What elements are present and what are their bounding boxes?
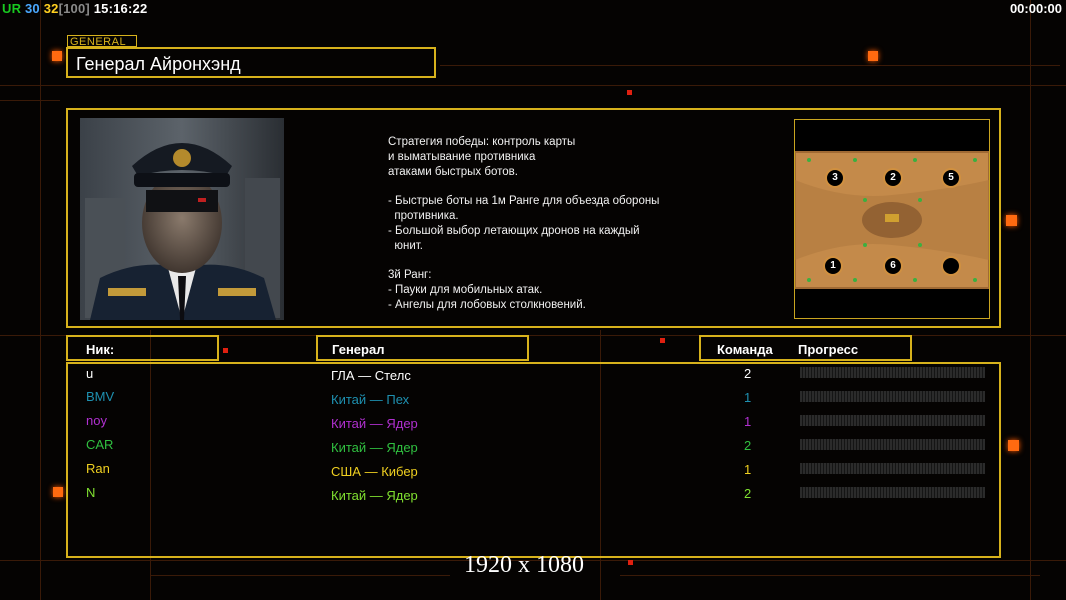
general-description: Стратегия победы: контроль карты и вымат… xyxy=(388,135,728,313)
description-line: - Ангелы для лобовых столкновений. xyxy=(388,298,586,311)
hud-clock: 15:16:22 xyxy=(93,1,148,16)
description-line: атаками быстрых ботов. xyxy=(388,165,518,178)
player-general: Китай — Ядер xyxy=(331,488,418,503)
hud-ur-label: UR xyxy=(2,1,22,16)
hud-timer: 00:00:00 xyxy=(1009,1,1062,16)
description-line: Стратегия победы: контроль карты xyxy=(388,136,576,148)
hud-num1: 30 xyxy=(25,1,40,16)
description-line: 3й Ранг: xyxy=(388,269,432,282)
general-title-box: Генерал Айронхэнд xyxy=(66,47,436,78)
general-header: Генерал xyxy=(316,335,529,361)
player-team: 1 xyxy=(744,414,752,429)
player-team: 1 xyxy=(744,390,752,405)
team-progress-header: Команда Прогресс xyxy=(699,335,912,361)
player-progress-bar xyxy=(800,439,985,450)
description-line: юнит. xyxy=(388,239,423,252)
player-nick: CAR xyxy=(86,437,114,452)
player-nick: noy xyxy=(86,413,107,428)
player-general: ГЛА — Стелс xyxy=(331,368,411,383)
player-team: 2 xyxy=(744,366,752,381)
map-slot-6: 6 xyxy=(883,256,903,276)
player-general: Китай — Пех xyxy=(331,392,410,407)
description-line xyxy=(388,253,728,268)
map-preview: 3 2 5 1 6 xyxy=(794,119,990,319)
player-nick: Ran xyxy=(86,461,110,476)
player-general: США — Кибер xyxy=(331,464,418,479)
player-team: 2 xyxy=(744,486,752,501)
hud-num2: 32 xyxy=(43,1,59,16)
map-slot-3: 3 xyxy=(825,168,845,188)
general-portrait xyxy=(80,118,284,320)
player-nick: BMV xyxy=(86,389,115,404)
player-progress-bar xyxy=(800,391,985,402)
description-line: и выматывание противника xyxy=(388,150,536,163)
map-slot-1: 1 xyxy=(823,256,843,276)
map-slot-2: 2 xyxy=(883,168,903,188)
progress-header-label: Прогресс xyxy=(798,342,859,357)
hud-stats: UR 30 32[100] 15:16:22 xyxy=(2,1,147,16)
description-line: противника. xyxy=(388,209,459,222)
general-tag: GENERAL xyxy=(67,35,137,48)
player-progress-bar xyxy=(800,487,985,498)
map-slot-empty xyxy=(941,256,961,276)
hud-bracket: [100] xyxy=(58,1,90,16)
nick-header-label: Ник: xyxy=(86,342,115,357)
player-general: Китай — Ядер xyxy=(331,416,418,431)
map-slot-5: 5 xyxy=(941,168,961,188)
nick-header: Ник: xyxy=(66,335,219,361)
player-team: 1 xyxy=(744,462,752,477)
player-progress-bar xyxy=(800,415,985,426)
description-line xyxy=(388,179,728,194)
resolution-label: 1920 x 1080 xyxy=(464,552,584,578)
description-line: - Пауки для мобильных атак. xyxy=(388,283,543,296)
team-header-label: Команда xyxy=(717,342,773,357)
player-progress-bar xyxy=(800,367,985,378)
general-header-label: Генерал xyxy=(332,342,385,357)
player-progress-bar xyxy=(800,463,985,474)
description-line: - Большой выбор летающих дронов на кажды… xyxy=(388,224,640,237)
player-nick: u xyxy=(86,366,94,381)
description-line: - Быстрые боты на 1м Ранге для объезда о… xyxy=(388,195,660,208)
player-nick: N xyxy=(86,485,96,500)
general-name: Генерал Айронхэнд xyxy=(76,54,241,74)
player-general: Китай — Ядер xyxy=(331,440,418,455)
player-team: 2 xyxy=(744,438,752,453)
